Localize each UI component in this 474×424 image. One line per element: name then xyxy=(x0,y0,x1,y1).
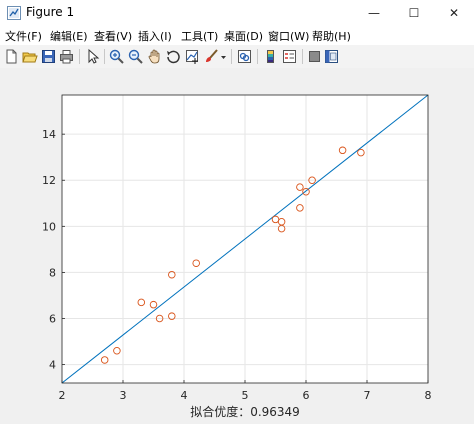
y-tick-label: 8 xyxy=(49,266,56,279)
menu-edit[interactable]: 编辑(E) xyxy=(50,28,88,44)
menu-file[interactable]: 文件(F) xyxy=(5,28,42,44)
x-tick-label: 3 xyxy=(120,389,127,402)
toolbar-separator xyxy=(104,49,105,64)
show-plot-tools-icon[interactable] xyxy=(323,48,340,65)
legend-icon[interactable] xyxy=(281,48,298,65)
toolbar-separator xyxy=(231,49,232,64)
toolbar-separator xyxy=(257,49,258,64)
menu-window[interactable]: 窗口(W) xyxy=(268,28,309,44)
y-tick-label: 14 xyxy=(42,128,56,141)
menu-desktop[interactable]: 桌面(D) xyxy=(224,28,263,44)
x-tick-label: 7 xyxy=(364,389,371,402)
pointer-icon[interactable] xyxy=(84,48,101,65)
x-axis-label-row: 拟合优度：0.96349 xyxy=(0,403,474,420)
window-title: Figure 1 xyxy=(26,5,75,19)
zoom-in-icon[interactable] xyxy=(108,48,125,65)
open-file-icon[interactable] xyxy=(21,48,38,65)
x-tick-label: 8 xyxy=(425,389,432,402)
data-cursor-icon[interactable] xyxy=(184,48,201,65)
y-tick-label: 12 xyxy=(42,174,56,187)
colorbar-icon[interactable] xyxy=(262,48,279,65)
x-tick-label: 6 xyxy=(303,389,310,402)
menu-tools[interactable]: 工具(T) xyxy=(181,28,218,44)
toolbar-separator xyxy=(79,49,80,64)
x-tick-label: 4 xyxy=(181,389,188,402)
rotate-3d-icon[interactable] xyxy=(165,48,182,65)
link-plot-icon[interactable] xyxy=(236,48,253,65)
close-button[interactable]: ✕ xyxy=(434,0,474,26)
y-tick-label: 6 xyxy=(49,312,56,325)
y-tick-label: 4 xyxy=(49,359,56,372)
brush-dropdown-icon[interactable] xyxy=(219,48,228,65)
menu-insert[interactable]: 插入(I) xyxy=(138,28,172,44)
print-icon[interactable] xyxy=(58,48,75,65)
toolbar-separator xyxy=(302,49,303,64)
matlab-figure-icon xyxy=(7,6,21,20)
new-figure-icon[interactable] xyxy=(3,48,20,65)
brush-icon[interactable] xyxy=(203,48,220,65)
maximize-button[interactable]: ☐ xyxy=(394,0,434,26)
x-axis-label: 拟合优度：0.96349 xyxy=(190,405,300,419)
hide-plot-tools-icon[interactable] xyxy=(306,48,323,65)
chart-plot: 2 3 4 5 6 7 8 4 6 8 10 12 14 xyxy=(42,94,432,402)
x-tick-label: 5 xyxy=(242,389,249,402)
save-icon[interactable] xyxy=(40,48,57,65)
y-tick-label: 10 xyxy=(42,220,56,233)
menu-help[interactable]: 帮助(H) xyxy=(312,28,351,44)
zoom-out-icon[interactable] xyxy=(127,48,144,65)
x-tick-label: 2 xyxy=(59,389,66,402)
minimize-button[interactable]: — xyxy=(354,0,394,26)
toolbar xyxy=(0,45,474,69)
pan-hand-icon[interactable] xyxy=(146,48,163,65)
menu-view[interactable]: 查看(V) xyxy=(94,28,132,44)
title-bar: Figure 1 — ☐ ✕ xyxy=(0,0,474,26)
menu-bar: 文件(F) 编辑(E) 查看(V) 插入(I) 工具(T) 桌面(D) 窗口(W… xyxy=(0,26,474,45)
